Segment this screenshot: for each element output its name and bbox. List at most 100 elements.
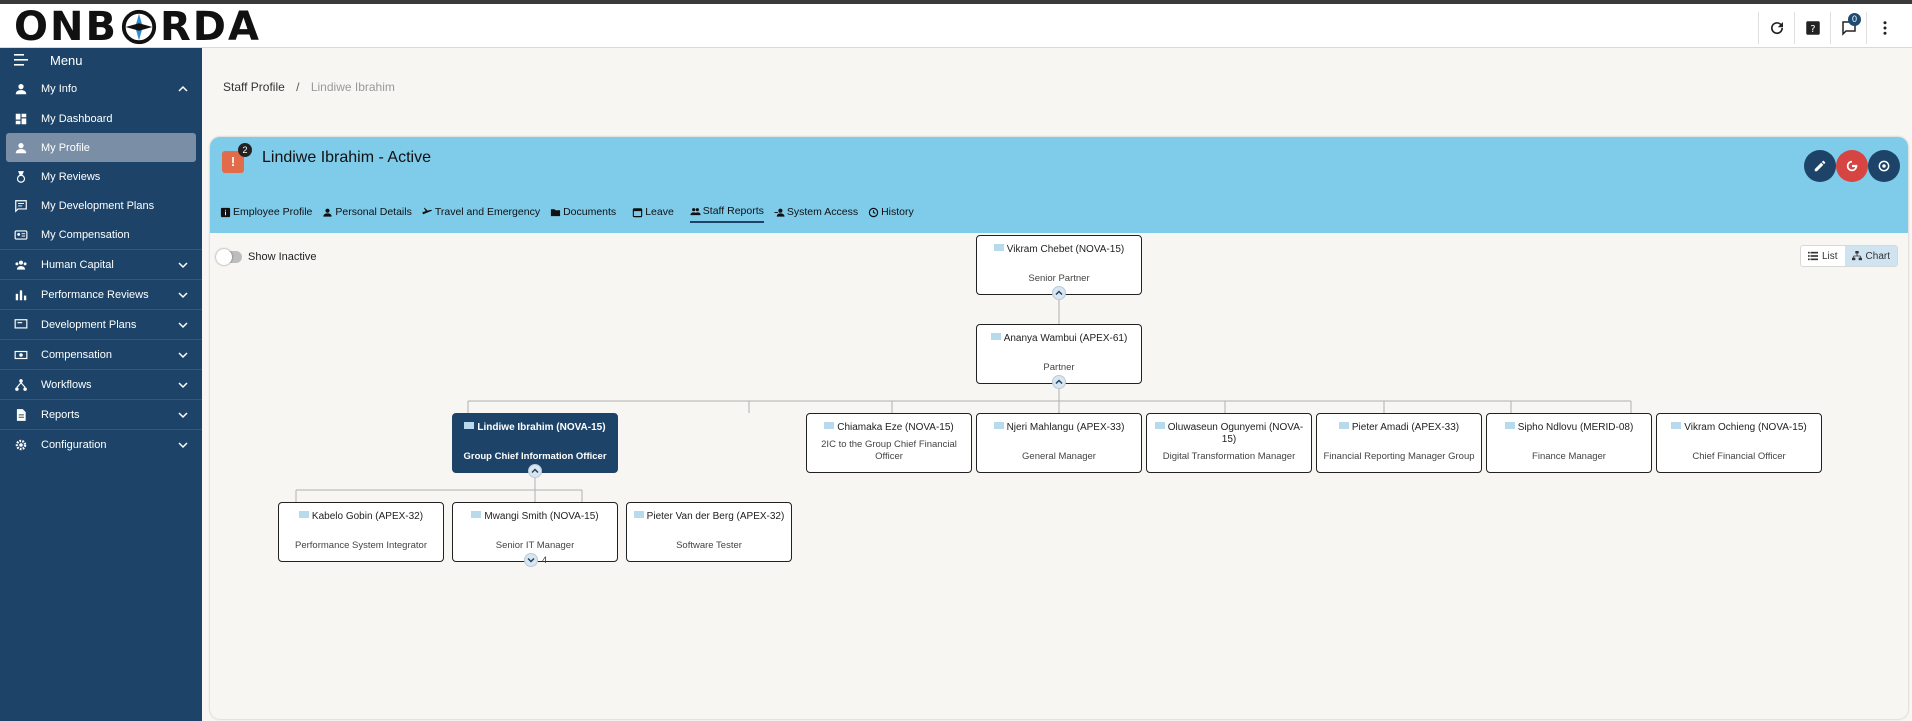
collapse-partner-button[interactable]: [1052, 375, 1066, 389]
node-name: Sipho Ndlovu (MERID-08): [1517, 422, 1634, 433]
node-title: Financial Reporting Manager Group: [1323, 451, 1475, 462]
breadcrumb-staff-profile-link[interactable]: Staff Profile: [223, 80, 285, 94]
notes-icon: [15, 199, 27, 213]
menu-label: Menu: [50, 52, 83, 68]
svg-text:?: ?: [1810, 24, 1815, 35]
sidebar-item-development-plans[interactable]: Development Plans: [0, 309, 202, 339]
sidebar-item-compensation[interactable]: Compensation: [0, 339, 202, 369]
node-title: 2IC to the Group Chief Financial Officer: [821, 439, 957, 462]
flag-icon: [464, 422, 475, 429]
sidebar-item-reports[interactable]: Reports: [0, 399, 202, 429]
menu-toggle[interactable]: Menu: [0, 48, 202, 72]
node-title: Finance Manager: [1532, 451, 1606, 462]
flag-icon: [1504, 422, 1515, 429]
sidebar-item-label: Development Plans: [41, 318, 137, 331]
sidebar-item-my-info[interactable]: My Info: [0, 74, 202, 104]
chevron-up-icon: [178, 85, 188, 92]
sidebar-item-performance-reviews[interactable]: Performance Reviews: [0, 279, 202, 309]
node-name: Lindiwe Ibrahim (NOVA-15): [477, 422, 606, 433]
sidebar-item-label: My Profile: [41, 141, 90, 154]
sidebar-item-label: Human Capital: [41, 258, 114, 271]
sidebar-item-label: Workflows: [41, 378, 92, 391]
presentation-icon: [14, 318, 28, 328]
expand-reports-button[interactable]: [524, 553, 538, 567]
sidebar-item-workflows[interactable]: Workflows: [0, 369, 202, 399]
node-name: Mwangi Smith (NOVA-15): [484, 511, 599, 522]
node-title: Software Tester: [676, 540, 742, 551]
node-title: Performance System Integrator: [295, 540, 427, 551]
sidebar: Menu My Info My Dashboard My Profile My …: [0, 48, 202, 721]
sidebar-item-label: Performance Reviews: [41, 288, 149, 301]
org-node-report[interactable]: Mwangi Smith (NOVA-15) Senior IT Manager: [452, 502, 618, 562]
logo-compass-icon: [121, 9, 157, 45]
sidebar-item-label: My Dashboard: [41, 112, 113, 125]
chevron-up-icon: [1055, 379, 1063, 385]
sidebar-item-label: My Compensation: [41, 228, 130, 241]
help-icon: ?: [1805, 21, 1820, 35]
sidebar-item-label: Configuration: [41, 438, 107, 451]
medal-icon: [16, 170, 26, 183]
flag-icon: [1671, 422, 1682, 429]
badge-icon: [14, 229, 28, 240]
sidebar-item-label: Reports: [41, 408, 80, 421]
sidebar-item-my-profile[interactable]: My Profile: [6, 133, 196, 162]
chevron-up-icon: [1055, 290, 1063, 296]
sidebar-item-label: Compensation: [41, 348, 112, 361]
person-icon: [15, 84, 27, 95]
chevron-down-icon: [178, 442, 188, 449]
node-title: Partner: [1043, 362, 1075, 373]
gear-icon: [15, 439, 27, 450]
node-name: Chiamaka Eze (NOVA-15): [837, 422, 954, 433]
onborda-logo[interactable]: ONB RDA: [14, 4, 261, 50]
flag-icon: [824, 422, 835, 429]
org-node-report[interactable]: Pieter Van der Berg (APEX-32) Software T…: [626, 502, 792, 562]
refresh-button[interactable]: [1758, 12, 1794, 44]
collapse-senior-partner-button[interactable]: [1052, 286, 1066, 300]
chevron-down-icon: [178, 322, 188, 329]
node-name: Njeri Mahlangu (APEX-33): [1006, 422, 1125, 433]
flag-icon: [1154, 422, 1165, 429]
org-node-peer[interactable]: Njeri Mahlangu (APEX-33) General Manager: [976, 413, 1142, 473]
node-name: Ananya Wambui (APEX-61): [1003, 333, 1128, 344]
org-node-peer[interactable]: Oluwaseun Ogunyemi (NOVA-15) Digital Tra…: [1146, 413, 1312, 473]
more-reports-count: 4: [542, 555, 548, 565]
flag-icon: [633, 511, 644, 518]
node-title: General Manager: [1022, 451, 1096, 462]
sidebar-item-my-compensation[interactable]: My Compensation: [0, 220, 202, 249]
app-header: ONB RDA ? 0: [0, 4, 1912, 50]
node-title: Digital Transformation Manager: [1162, 451, 1296, 462]
sidebar-item-configuration[interactable]: Configuration: [0, 429, 202, 459]
node-name: Kabelo Gobin (APEX-32): [311, 511, 424, 522]
flag-icon: [1338, 422, 1349, 429]
chevron-down-icon: [178, 352, 188, 359]
help-button[interactable]: ?: [1794, 12, 1830, 44]
org-node-report[interactable]: Kabelo Gobin (APEX-32) Performance Syste…: [278, 502, 444, 562]
sidebar-item-human-capital[interactable]: Human Capital: [0, 249, 202, 279]
org-node-peer[interactable]: Pieter Amadi (APEX-33) Financial Reporti…: [1316, 413, 1482, 473]
bar-chart-icon: [15, 289, 27, 300]
flag-icon: [298, 511, 309, 518]
flag-icon: [993, 244, 1004, 251]
chevron-down-icon: [178, 412, 188, 419]
sidebar-item-label: My Development Plans: [41, 199, 155, 212]
chat-button[interactable]: 0: [1830, 12, 1866, 44]
node-name: Vikram Ochieng (NOVA-15): [1684, 422, 1807, 433]
org-node-peer[interactable]: Chiamaka Eze (NOVA-15) 2IC to the Group …: [806, 413, 972, 473]
money-icon: [14, 350, 28, 359]
flag-icon: [990, 333, 1001, 340]
collapse-selected-employee-button[interactable]: [528, 464, 542, 478]
sidebar-item-my-development-plans[interactable]: My Development Plans: [0, 191, 202, 220]
node-title: Chief Financial Officer: [1692, 451, 1786, 462]
org-node-peer[interactable]: Vikram Ochieng (NOVA-15) Chief Financial…: [1656, 413, 1822, 473]
sidebar-item-label: My Reviews: [41, 170, 101, 183]
sidebar-item-my-dashboard[interactable]: My Dashboard: [0, 104, 202, 133]
breadcrumb-current: Lindiwe Ibrahim: [310, 80, 395, 94]
more-options-button[interactable]: [1866, 12, 1902, 44]
sidebar-item-my-reviews[interactable]: My Reviews: [0, 162, 202, 191]
menu-collapse-icon: [14, 54, 28, 66]
org-node-peer[interactable]: Sipho Ndlovu (MERID-08) Finance Manager: [1486, 413, 1652, 473]
dashboard-icon: [15, 113, 27, 124]
chevron-down-icon: [178, 262, 188, 269]
node-name: Pieter Van der Berg (APEX-32): [646, 511, 785, 522]
breadcrumb-separator: /: [296, 80, 300, 94]
